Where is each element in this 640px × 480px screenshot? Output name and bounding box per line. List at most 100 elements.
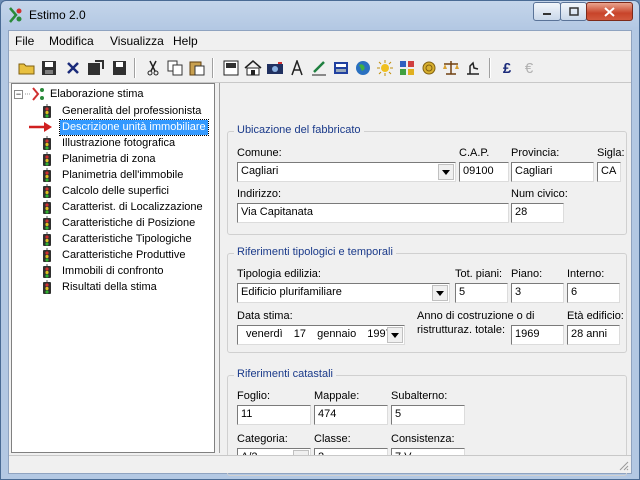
photo-button[interactable] — [265, 58, 285, 78]
piano-input[interactable]: 3 — [511, 283, 564, 303]
toolbar-separator — [212, 58, 214, 78]
interno-input[interactable]: 6 — [567, 283, 620, 303]
piano-label: Piano: — [511, 268, 543, 280]
calculator-button[interactable] — [331, 58, 351, 78]
tree-item[interactable]: Planimetria dell'immobile — [40, 167, 185, 183]
edit-button[interactable] — [309, 58, 329, 78]
civico-input[interactable]: 28 — [511, 203, 564, 223]
data-dropdown-button[interactable] — [387, 327, 403, 343]
comune-combo[interactable]: Cagliari — [237, 162, 456, 182]
tipologia-combo[interactable]: Edificio plurifamiliare — [237, 283, 450, 303]
maximize-icon — [568, 7, 579, 16]
piani-input[interactable]: 5 — [455, 283, 508, 303]
tree-item[interactable]: Illustrazione fotografica — [40, 135, 177, 151]
tree-item-label: Caratterist. di Localizzazione — [62, 200, 203, 213]
save-button[interactable] — [39, 58, 59, 78]
menu-help[interactable]: Help — [173, 34, 198, 48]
cut-button[interactable] — [143, 58, 163, 78]
traffic-light-icon — [40, 167, 54, 183]
data-month: gennaio — [317, 328, 357, 340]
mappale-input[interactable]: 474 — [314, 405, 388, 425]
comune-dropdown-button[interactable] — [438, 164, 454, 180]
euro-button[interactable]: € — [519, 58, 539, 78]
detail-panel: Ubicazione del fabbricato Comune: Caglia… — [219, 83, 630, 476]
ubicazione-legend: Ubicazione del fabbricato — [234, 124, 364, 136]
minimize-button[interactable] — [533, 2, 561, 21]
report-icon — [223, 60, 239, 76]
save-as-button[interactable] — [109, 58, 129, 78]
tree-item[interactable]: Planimetria di zona — [40, 151, 158, 167]
data-stima-picker[interactable]: venerdì 17 gennaio 1997 — [237, 325, 405, 345]
tree-item[interactable]: Caratteristiche di Posizione — [40, 215, 197, 231]
tree-item[interactable]: Caratterist. di Localizzazione — [40, 199, 205, 215]
arrow-pointer-icon — [28, 120, 54, 135]
calculator-icon — [334, 62, 348, 74]
home-icon — [244, 60, 262, 76]
sun-button[interactable] — [375, 58, 395, 78]
chevron-down-icon — [442, 169, 450, 175]
edit-pen-icon — [312, 61, 326, 76]
tree-item[interactable]: Calcolo delle superfici — [40, 183, 171, 199]
open-button[interactable] — [17, 58, 37, 78]
tipologia-label: Tipologia edilizia: — [237, 268, 321, 280]
provincia-label: Provincia: — [511, 147, 560, 159]
maximize-button[interactable] — [560, 2, 587, 21]
resize-grip-icon[interactable] — [617, 459, 629, 471]
pound-button[interactable]: £ — [497, 58, 517, 78]
tree-item-label: Illustrazione fotografica — [62, 136, 176, 149]
tree-item[interactable]: Risultati della stima — [40, 279, 159, 295]
indirizzo-input[interactable]: Via Capitanata — [237, 203, 509, 223]
euro-icon: € — [524, 59, 534, 77]
eta-input[interactable]: 28 anni — [567, 325, 620, 345]
open-folder-icon — [18, 63, 35, 75]
tree-item[interactable]: Descrizione unità immobiliare — [29, 118, 209, 136]
coins-icon — [422, 61, 436, 75]
grid-button[interactable] — [397, 58, 417, 78]
copy-button[interactable] — [165, 58, 185, 78]
tree-item[interactable]: Generalità del professionista — [40, 103, 203, 119]
provincia-input[interactable]: Cagliari — [511, 162, 594, 182]
paste-button[interactable] — [187, 58, 207, 78]
tree-item-label: Risultati della stima — [62, 280, 157, 293]
tipologici-group: Riferimenti tipologici e temporali Tipol… — [227, 246, 627, 353]
subalterno-input[interactable]: 5 — [391, 405, 465, 425]
menu-file[interactable]: File — [15, 34, 34, 48]
anno-input[interactable]: 1969 — [511, 325, 564, 345]
delete-button[interactable] — [63, 58, 83, 78]
menu-visualizza[interactable]: Visualizza — [110, 34, 164, 48]
tipologia-dropdown-button[interactable] — [432, 285, 448, 301]
traffic-light-icon — [40, 263, 54, 279]
ubicazione-group: Ubicazione del fabbricato Comune: Caglia… — [227, 124, 627, 235]
cap-input[interactable]: 09100 — [459, 162, 509, 182]
categoria-label: Categoria: — [237, 433, 288, 445]
collapse-icon[interactable]: − — [14, 89, 23, 99]
tree-root[interactable]: − Elaborazione stima — [14, 86, 144, 102]
piani-label: Tot. piani: — [455, 268, 503, 280]
delete-icon — [67, 62, 79, 74]
report-button[interactable] — [221, 58, 241, 78]
tree-item[interactable]: Caratteristiche Tipologiche — [40, 231, 194, 247]
indirizzo-label: Indirizzo: — [237, 188, 282, 200]
text-button[interactable] — [287, 58, 307, 78]
paste-icon — [189, 61, 205, 76]
home-button[interactable] — [243, 58, 263, 78]
tree-item-label: Generalità del professionista — [62, 104, 202, 117]
tree-item-label: Immobili di confronto — [62, 264, 164, 277]
tree-item[interactable]: Immobili di confronto — [40, 263, 166, 279]
foglio-input[interactable]: 11 — [237, 405, 311, 425]
title-bar[interactable]: Estimo 2.0 — [1, 1, 639, 29]
export-icon — [88, 60, 104, 75]
tree-item[interactable]: Caratteristiche Produttive — [40, 247, 188, 263]
minimize-icon — [543, 12, 551, 15]
export-button[interactable] — [86, 58, 106, 78]
traffic-light-icon — [40, 183, 54, 199]
hand-button[interactable] — [463, 58, 483, 78]
copy-icon — [167, 60, 183, 76]
globe-button[interactable] — [353, 58, 373, 78]
coins-button[interactable] — [419, 58, 439, 78]
scales-button[interactable] — [441, 58, 461, 78]
sigla-input[interactable]: CA — [597, 162, 621, 182]
close-button[interactable] — [586, 2, 633, 21]
menu-modifica[interactable]: Modifica — [49, 34, 94, 48]
app-logo-icon — [9, 7, 22, 23]
